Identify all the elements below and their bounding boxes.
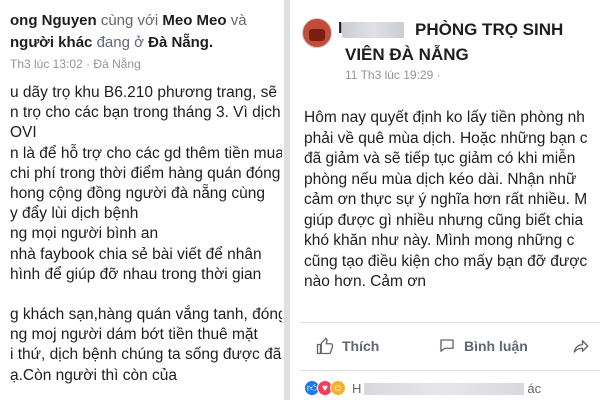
body-line: g khách sạn,hàng quán vắng tanh, đóng bbox=[10, 306, 282, 324]
body-line: OVI bbox=[10, 124, 37, 142]
left-post-meta: Th3 lúc 13:02 · Đà Nẵng bbox=[10, 57, 141, 71]
right-post-body: Hôm nay quyết định ko lấy tiền phòng nh … bbox=[304, 108, 600, 293]
body-line: n trọ cho các bạn trong tháng 3. Vì dịch bbox=[10, 104, 281, 122]
reaction-names-start: H bbox=[352, 380, 362, 396]
right-post: I PHÒNG TRỌ SINH VIÊN ĐÀ NẴNG 11 Th3 lúc… bbox=[290, 0, 600, 400]
reaction-names: Hác bbox=[352, 381, 541, 396]
body-line: u dãy trọ khu B6.210 phương trang, sẽ bbox=[10, 84, 277, 101]
body-line: ng mọi người bình an bbox=[10, 225, 159, 243]
body-line: y đẩy lùi dịch bệnh bbox=[10, 205, 139, 223]
body-line: cũng tạo điều kiện cho mấy bạn đỡ được bbox=[304, 252, 588, 270]
body-line: i thứ, dịch bệnh chúng ta sống được đã bbox=[10, 346, 282, 364]
comment-button[interactable]: Bình luận bbox=[438, 332, 528, 360]
right-post-meta: 11 Th3 lúc 19:29 · bbox=[345, 68, 441, 82]
author-name[interactable]: ong Nguyen bbox=[10, 12, 97, 29]
blurred-author-name bbox=[342, 22, 404, 38]
place-text[interactable]: Đà Nẵng bbox=[93, 57, 140, 71]
body-line: hong cộng đồng người đà nẵng cùng bbox=[10, 184, 265, 202]
body-line: ng moj người dám bớt tiền thuê mặt bbox=[10, 326, 258, 344]
group-name-line1[interactable]: PHÒNG TRỌ SINH bbox=[415, 20, 563, 40]
post-timestamp[interactable]: 11 Th3 lúc 19:29 bbox=[345, 68, 433, 82]
globe-icon: · bbox=[436, 68, 441, 82]
at-text: đang ở bbox=[96, 34, 144, 51]
left-post-body: u dãy trọ khu B6.210 phương trang, sẽ n … bbox=[10, 83, 282, 386]
location-link[interactable]: Đà Nẵng. bbox=[148, 34, 213, 51]
share-button[interactable] bbox=[572, 332, 598, 360]
blurred-reaction-names bbox=[364, 383, 525, 396]
thumbs-up-icon bbox=[316, 337, 334, 355]
body-line: nào hơn. Cảm ơn bbox=[304, 273, 427, 290]
comment-label: Bình luận bbox=[464, 338, 528, 354]
others-link[interactable]: người khác bbox=[10, 34, 92, 51]
body-line: giúp được gì nhiều nhưng cũng biết chia bbox=[304, 211, 584, 229]
left-post: ong Nguyen cùng với Meo Meo và người khá… bbox=[0, 0, 284, 400]
reaction-names-end: ác bbox=[527, 380, 542, 396]
author-avatar[interactable] bbox=[302, 18, 332, 48]
body-line: chi phí trong thời điểm hàng quán đóng bbox=[10, 164, 281, 182]
body-line: phòng nếu mùa dịch kéo dài. Nhận nhữ bbox=[304, 170, 577, 188]
with-text: cùng với bbox=[100, 12, 159, 29]
share-icon bbox=[573, 340, 589, 353]
body-line: n là để hỗ trợ cho các gd thêm tiền mua bbox=[10, 144, 282, 162]
body-line: ạ.Còn người thì còn của bbox=[10, 366, 178, 384]
like-button[interactable]: Thích bbox=[316, 332, 379, 360]
like-label: Thích bbox=[342, 338, 380, 354]
body-line: cảm ơn thực sự ý nghĩa hơn rất nhiều. M bbox=[304, 191, 588, 208]
body-line: nhà faybook chia sẻ bài viết để nhân bbox=[10, 245, 262, 263]
left-post-header: ong Nguyen cùng với Meo Meo và bbox=[10, 12, 247, 29]
body-line bbox=[10, 285, 282, 305]
and-text: và bbox=[230, 12, 247, 29]
action-divider-top bbox=[300, 322, 600, 323]
body-line: Hôm nay quyết định ko lấy tiền phòng nh bbox=[304, 109, 585, 126]
tagged-friend[interactable]: Meo Meo bbox=[162, 12, 226, 29]
body-line: khó khăn như này. Mình mong những c bbox=[304, 232, 575, 249]
post-timestamp[interactable]: Th3 lúc 13:02 bbox=[10, 57, 83, 71]
reaction-summary[interactable]: 👍︎ ♥ ☺ Hác bbox=[304, 378, 541, 398]
action-divider-bottom bbox=[300, 370, 600, 371]
haha-reaction-icon: ☺ bbox=[330, 380, 346, 396]
comment-icon bbox=[440, 339, 454, 352]
body-line: hình để giúp đỡ nhau trong thời gian bbox=[10, 265, 262, 283]
body-line: phải về quê mùa dịch. Hoặc những bạn c bbox=[304, 129, 588, 147]
left-post-header-line2: người khác đang ở Đà Nẵng. bbox=[10, 34, 213, 51]
dot-separator: · bbox=[86, 57, 91, 71]
body-line: đã giảm và sẽ tiếp tục giảm có khi miễn bbox=[304, 150, 576, 167]
group-name-line2[interactable]: VIÊN ĐÀ NẴNG bbox=[345, 45, 469, 65]
